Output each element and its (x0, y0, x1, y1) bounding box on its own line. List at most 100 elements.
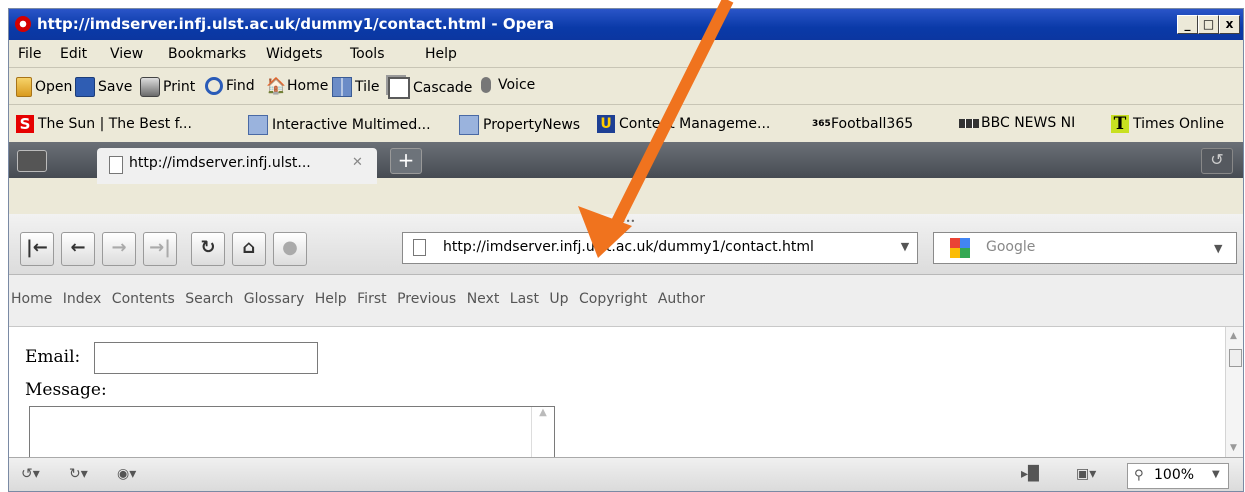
university-favicon: U (597, 115, 615, 133)
toolbar-tile-button[interactable]: Tile (332, 77, 380, 97)
address-dropdown-button[interactable]: ▼ (894, 232, 916, 262)
bookmark-the-sun-label: The Sun | The Best f... (38, 116, 192, 132)
unite-icon[interactable]: ↻▾ (69, 466, 88, 482)
reload-button[interactable]: ↻ (191, 232, 225, 266)
bookmark-content-management-label: Content Manageme... (619, 116, 771, 132)
email-field[interactable] (94, 342, 318, 374)
browser-window: http://imdserver.infj.ulst.ac.uk/dummy1/… (8, 8, 1244, 492)
open-folder-icon (16, 77, 32, 97)
search-field[interactable]: Google ▼ (933, 232, 1237, 264)
menu-file[interactable]: File (18, 46, 41, 62)
toolbar-open-button[interactable]: Open (16, 77, 72, 97)
football365-favicon: 365 (812, 119, 831, 129)
toolbar-home-button[interactable]: 🏠 Home (266, 77, 328, 95)
page-icon (413, 239, 426, 256)
page-scrollbar[interactable]: ▲ ▼ (1225, 327, 1243, 457)
nav-link-home[interactable]: Home (11, 291, 52, 307)
bookmark-propertynews[interactable]: PropertyNews (459, 115, 580, 135)
fast-forward-button[interactable]: →| (143, 232, 177, 266)
menu-tools[interactable]: Tools (350, 46, 385, 62)
menu-bookmarks[interactable]: Bookmarks (168, 46, 246, 62)
message-label: Message: (25, 380, 107, 400)
title-bar: http://imdserver.infj.ulst.ac.uk/dummy1/… (9, 9, 1243, 40)
nav-link-previous[interactable]: Previous (397, 291, 456, 307)
scroll-up-icon[interactable]: ▲ (1230, 331, 1237, 341)
bookmark-times-online[interactable]: T Times Online (1111, 115, 1224, 133)
toolbar-print-button[interactable]: Print (140, 77, 195, 97)
nav-link-author[interactable]: Author (658, 291, 705, 307)
nav-link-contents[interactable]: Contents (112, 291, 175, 307)
scroll-down-icon[interactable]: ▼ (1230, 443, 1237, 453)
bookmark-interactive-multimedia[interactable]: Interactive Multimed... (248, 115, 431, 135)
bookmarks-bar: S The Sun | The Best f... Interactive Mu… (9, 104, 1243, 143)
printer-icon (140, 77, 160, 97)
bbc-favicon (959, 118, 979, 128)
bookmark-the-sun[interactable]: S The Sun | The Best f... (16, 115, 192, 133)
speed-dial-icon[interactable]: ↺▾ (21, 466, 40, 482)
nav-link-index[interactable]: Index (63, 291, 102, 307)
bookmark-propertynews-label: PropertyNews (483, 117, 581, 133)
search-dropdown-icon[interactable]: ▼ (1214, 242, 1222, 255)
menu-bar: File Edit View Bookmarks Widgets Tools H… (9, 40, 1243, 67)
turbo-icon[interactable]: ◉▾ (117, 466, 136, 482)
menu-edit[interactable]: Edit (60, 46, 87, 62)
toolbar-print-label: Print (163, 79, 196, 95)
nav-link-last[interactable]: Last (510, 291, 539, 307)
menu-view[interactable]: View (110, 46, 143, 62)
the-sun-favicon: S (16, 115, 34, 133)
bookmark-content-management[interactable]: U Content Manageme... (597, 115, 770, 133)
nav-link-copyright[interactable]: Copyright (579, 291, 647, 307)
microphone-icon (481, 77, 491, 93)
main-toolbar: Open Save Print Find 🏠 Home Tile Cascade (9, 67, 1243, 104)
images-icon[interactable]: ▣▾ (1076, 466, 1096, 482)
scroll-thumb[interactable] (1229, 349, 1242, 367)
home-icon: 🏠 (266, 76, 286, 95)
generic-favicon (248, 115, 268, 135)
navigation-bar: Home Index Contents Search Glossary Help… (9, 275, 1243, 327)
window-title: http://imdserver.infj.ulst.ac.uk/dummy1/… (37, 15, 555, 33)
address-field[interactable]: http://imdserver.infj.ulst.ac.uk/dummy1/… (402, 232, 918, 264)
nav-link-next[interactable]: Next (467, 291, 500, 307)
menu-help[interactable]: Help (425, 46, 457, 62)
nav-link-search[interactable]: Search (185, 291, 233, 307)
bookmark-football365[interactable]: 365 Football365 (812, 115, 913, 133)
bookmark-interactive-multimedia-label: Interactive Multimed... (272, 117, 431, 133)
bookmark-bbc-news-ni[interactable]: BBC NEWS NI (959, 115, 1075, 131)
menu-widgets[interactable]: Widgets (266, 46, 323, 62)
toolbar-find-label: Find (226, 78, 255, 94)
bookmark-bbc-news-ni-label: BBC NEWS NI (981, 115, 1076, 131)
toolbar-tile-label: Tile (355, 79, 380, 95)
toolbar-cascade-button[interactable]: Cascade (388, 77, 472, 99)
nav-link-help[interactable]: Help (315, 291, 347, 307)
toolbar-find-button[interactable]: Find (205, 77, 255, 95)
panel-toggle-status-icon[interactable]: ▸█ (1021, 466, 1039, 482)
back-button[interactable]: ← (61, 232, 95, 266)
toolbar-voice-label: Voice (498, 77, 536, 93)
email-label: Email: (25, 347, 81, 367)
forward-button[interactable]: → (102, 232, 136, 266)
panel-toggle-icon[interactable] (17, 150, 47, 172)
toolbar-save-label: Save (98, 79, 133, 95)
toolbar-save-button[interactable]: Save (75, 77, 132, 97)
tab-close-icon[interactable]: ✕ (352, 155, 363, 170)
close-button[interactable]: x (1219, 15, 1240, 34)
opera-logo-icon (15, 16, 31, 32)
zoom-level: 100% (1154, 467, 1195, 483)
new-tab-button[interactable]: + (390, 148, 422, 174)
nav-link-first[interactable]: First (357, 291, 386, 307)
zoom-dropdown-icon[interactable]: ▼ (1212, 469, 1220, 480)
toolbar-voice-button[interactable]: Voice (481, 77, 535, 93)
nav-link-up[interactable]: Up (549, 291, 568, 307)
rewind-button[interactable]: |← (20, 232, 54, 266)
tab-active[interactable]: http://imdserver.infj.ulst... ✕ (97, 148, 377, 184)
minimize-button[interactable]: _ (1177, 15, 1198, 34)
wand-button[interactable]: ● (273, 232, 307, 266)
status-bar: ↺▾ ↻▾ ◉▾ ▸█ ▣▾ ⚲ 100% ▼ (9, 457, 1243, 491)
closed-tabs-icon[interactable]: ↺ (1201, 148, 1233, 174)
google-icon (950, 238, 970, 258)
zoom-control[interactable]: ⚲ 100% ▼ (1127, 463, 1229, 489)
tab-label: http://imdserver.infj.ulst... (129, 155, 311, 171)
nav-link-glossary[interactable]: Glossary (244, 291, 305, 307)
home-button[interactable]: ⌂ (232, 232, 266, 266)
maximize-button[interactable]: □ (1198, 15, 1219, 34)
